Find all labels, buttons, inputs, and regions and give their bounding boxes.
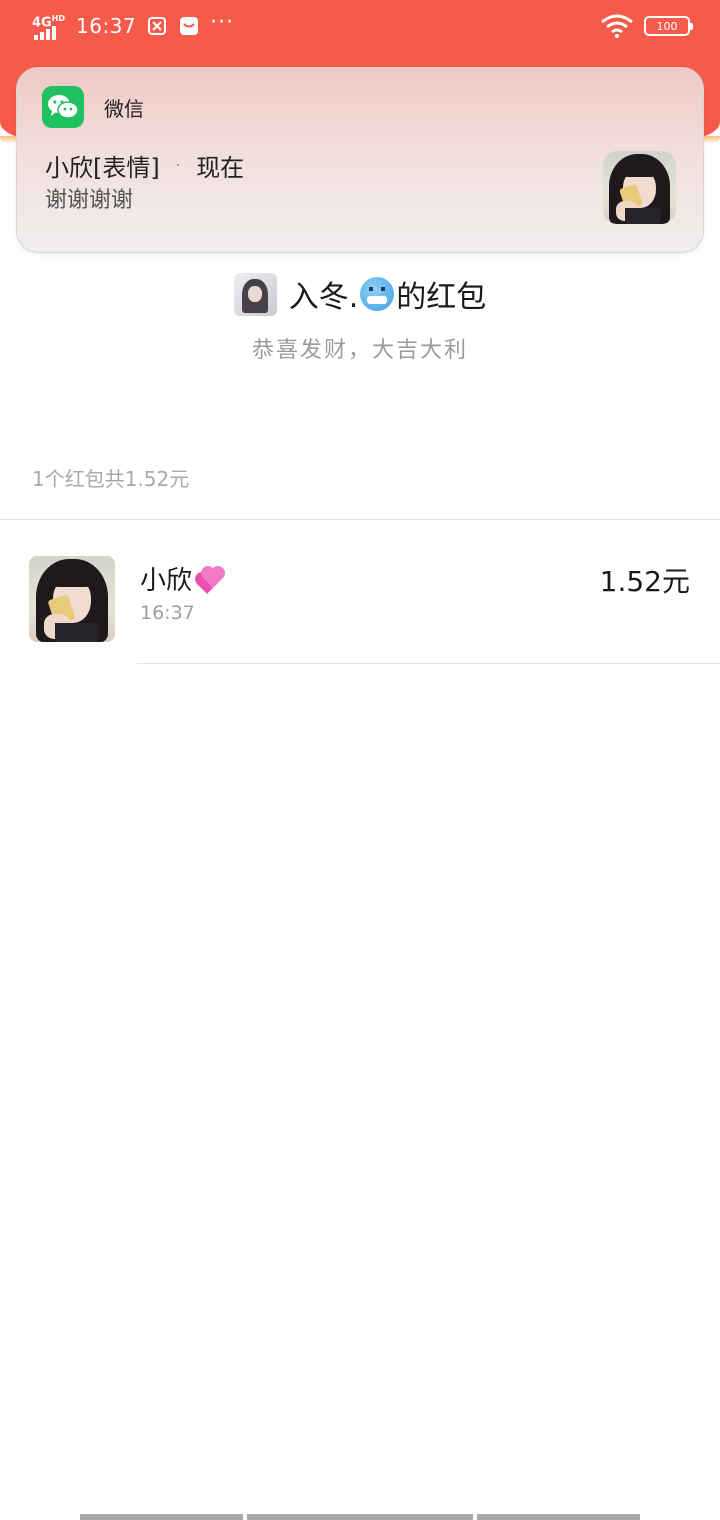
sender-avatar[interactable] — [233, 272, 277, 316]
wechat-icon — [42, 86, 84, 128]
status-bar: 4GHD 16:37 ··· 100 — [0, 0, 720, 52]
two-hearts-emoji — [194, 565, 224, 594]
status-time: 16:37 — [76, 14, 137, 38]
home-indicator[interactable] — [477, 1514, 640, 1520]
receiver-name: 小欣 — [140, 560, 224, 597]
red-packet-sender: 入冬. 的红包 — [0, 272, 720, 316]
red-packet-greeting: 恭喜发财，大吉大利 — [251, 338, 468, 363]
divider — [137, 663, 720, 664]
message-icon — [178, 15, 200, 37]
wifi-icon — [600, 14, 634, 38]
list-item[interactable]: 小欣 16:37 1.52元 — [0, 520, 720, 664]
home-indicator[interactable] — [247, 1514, 473, 1520]
notification-separator: · — [175, 157, 181, 174]
battery-level: 100 — [656, 19, 678, 33]
notification-avatar — [603, 151, 676, 224]
notification-message: 谢谢谢谢 — [45, 188, 134, 213]
received-amount: 1.52元 — [599, 565, 690, 598]
notification-sender: 小欣[表情] — [45, 154, 160, 182]
avatar[interactable] — [29, 556, 115, 642]
alarm-icon — [146, 15, 168, 37]
home-indicator[interactable] — [80, 1514, 243, 1520]
red-packet-title: 入冬. 的红包 — [289, 272, 486, 316]
notification-time: 现在 — [196, 154, 245, 182]
red-packet-summary: 1个红包共1.52元 — [32, 467, 190, 491]
battery-icon: 100 — [644, 16, 693, 36]
wechat-notification[interactable]: 微信 小欣[表情] · 现在 谢谢谢谢 — [16, 67, 704, 253]
notification-app-name: 微信 — [104, 96, 144, 121]
freezing-face-emoji — [360, 277, 395, 311]
receive-time: 16:37 — [140, 602, 195, 624]
more-icon: ··· — [210, 10, 235, 35]
signal-icon: 4GHD — [32, 12, 66, 40]
